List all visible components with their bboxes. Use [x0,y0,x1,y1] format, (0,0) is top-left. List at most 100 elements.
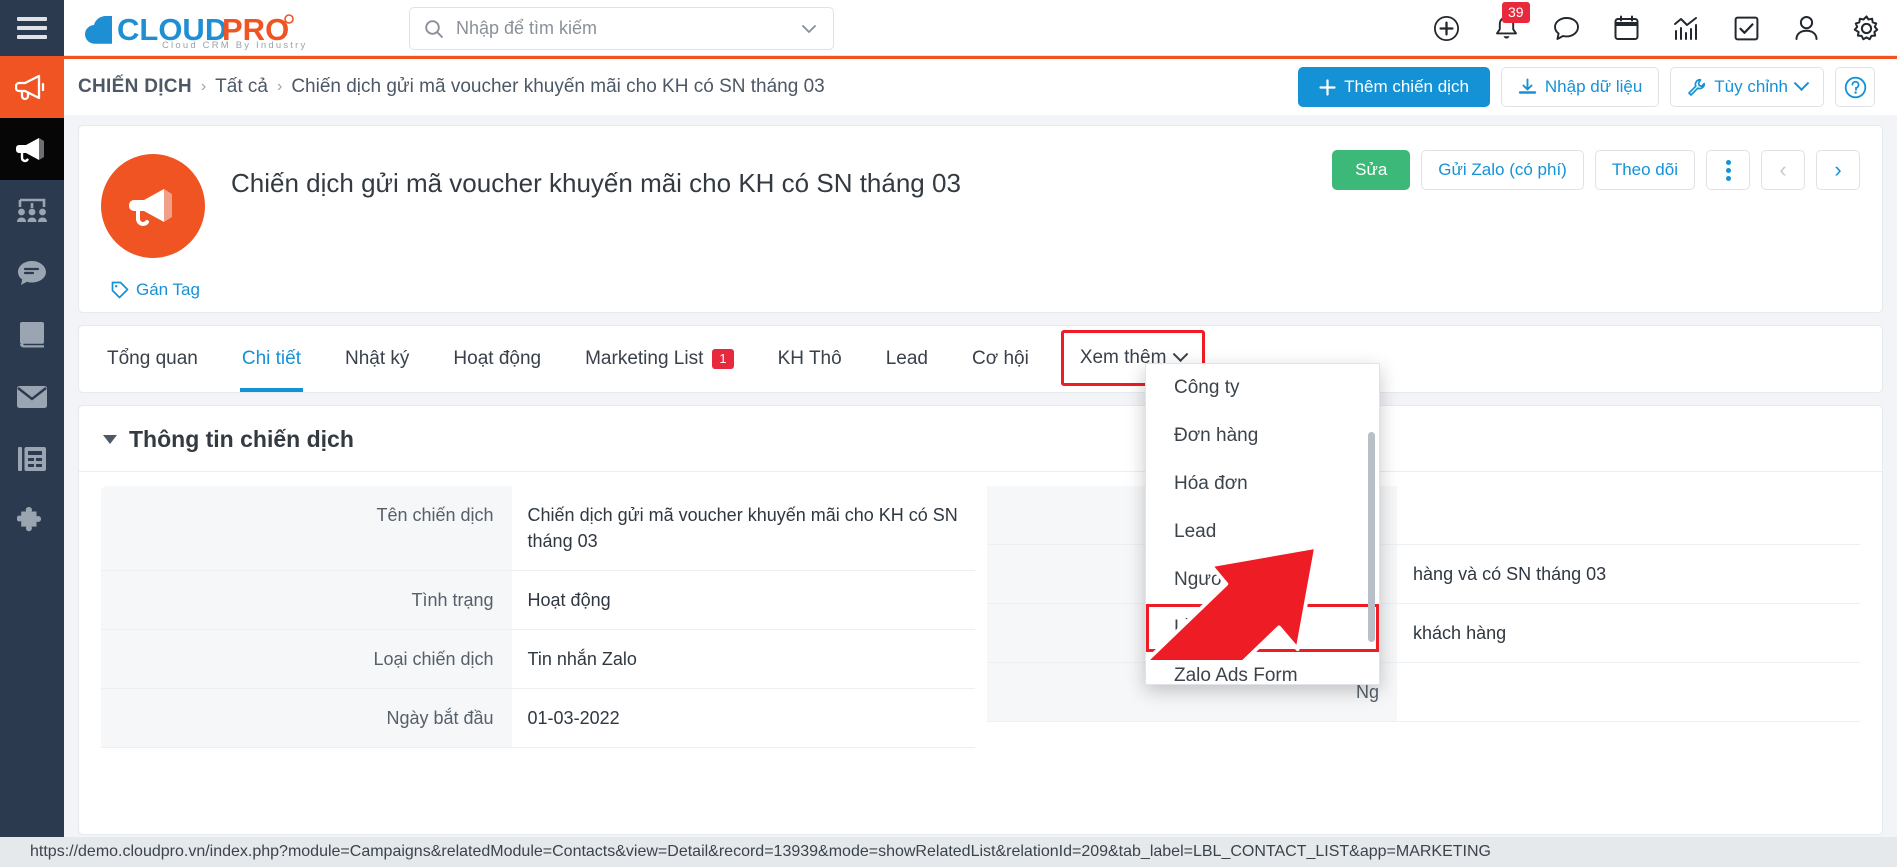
megaphone-filled-icon [16,138,44,163]
breadcrumb-record: Chiến dịch gửi mã voucher khuyến mãi cho… [291,76,825,97]
field-value: Hoạt động [511,571,975,631]
gear-icon [1853,14,1878,40]
breadcrumb-separator: › [200,78,207,95]
chat-icon[interactable] [1551,13,1581,43]
tab-hoat-dong[interactable]: Hoạt động [431,326,563,392]
breadcrumb-actions: Thêm chiến dịch Nhập dữ liệu Tùy chỉnh [1298,67,1875,107]
field-row: khách hàng [986,604,1860,664]
import-data-button[interactable]: Nhập dữ liệu [1500,67,1660,107]
field-value: khách hàng [1397,604,1860,664]
follow-button[interactable]: Theo dõi [1594,150,1695,190]
accent-rule [64,56,1897,59]
field-label: Ngày bắt đầu [101,689,512,749]
sidebar-item-email[interactable] [0,366,64,428]
import-icon [1518,78,1537,94]
more-actions-button[interactable] [1706,150,1750,190]
notification-bell-icon[interactable]: 39 [1491,2,1530,43]
add-campaign-button[interactable]: Thêm chiến dịch [1298,67,1490,107]
menu-item-don-hang[interactable]: Đơn hàng [1146,412,1379,460]
field-row: Tình trạng Hoạt động [101,571,975,631]
breadcrumb-list[interactable]: Tất cả [215,76,268,98]
tag-icon [111,281,129,299]
sidebar-item-book[interactable] [0,304,64,366]
field-row: Mã [986,486,1860,546]
sidebar-item-campaign[interactable] [0,56,64,118]
search-input[interactable] [456,18,787,39]
global-search[interactable] [409,7,834,50]
next-record-button[interactable]: › [1816,150,1860,190]
import-data-label: Nhập dữ liệu [1544,77,1643,96]
notification-badge: 39 [1502,2,1530,23]
breadcrumb-module[interactable]: CHIẾN DỊCH [78,76,192,98]
task-icon[interactable] [1731,13,1761,43]
envelope-icon [17,386,47,408]
main-content: CHIẾN DỊCH › Tất cả › Chiến dịch gửi mã … [64,59,1897,867]
plus-circle-icon [1433,15,1459,41]
send-zalo-button[interactable]: Gửi Zalo (có phí) [1421,150,1584,190]
sidebar-item-customers[interactable] [0,180,64,242]
breadcrumb-bar: CHIẾN DỊCH › Tất cả › Chiến dịch gửi mã … [64,59,1897,115]
tab-label: Lead [885,348,928,369]
browser-status-bar: https://demo.cloudpro.vn/index.php?modul… [0,837,1897,867]
menu-item-zalo-ads-form[interactable]: Zalo Ads Form [1146,652,1379,684]
caret-down-icon [103,435,117,444]
hamburger-bar [17,26,47,30]
detail-block-header[interactable]: Thông tin chiến dịch [79,406,1882,472]
menu-item-cong-ty[interactable]: Công ty [1146,364,1379,412]
add-icon[interactable] [1431,13,1461,43]
sidebar-item-messages[interactable] [0,242,64,304]
chevron-down-icon [1173,345,1189,362]
tab-kh-tho[interactable]: KH Thô [756,326,864,392]
edit-button[interactable]: Sửa [1332,150,1411,190]
menu-item-lead[interactable]: Lead [1146,508,1379,556]
tab-co-hoi[interactable]: Cơ hội [950,326,1051,392]
tab-label: Hoạt động [453,348,542,369]
tab-marketing-list[interactable]: Marketing List 1 [563,326,756,392]
analytics-icon[interactable] [1671,13,1701,43]
sidebar-item-campaign-active[interactable] [0,118,64,180]
field-value: Chiến dịch gửi mã voucher khuyến mãi cho… [511,486,975,572]
calendar-icon[interactable] [1611,13,1641,43]
detail-fields: Tên chiến dịch Chiến dịch gửi mã voucher… [79,472,1882,749]
settings-gear-icon[interactable] [1851,13,1881,43]
menu-item-hoa-don[interactable]: Hóa đơn [1146,460,1379,508]
field-row: Ngày bắt đầu 01-03-2022 [101,689,975,749]
tab-badge: 1 [712,348,734,370]
assign-tag-label: Gán Tag [136,280,200,299]
comment-icon [1553,16,1579,40]
sidebar-item-extensions[interactable] [0,490,64,552]
menu-scrollbar[interactable] [1368,432,1375,642]
menu-item-lan-gui-tin[interactable]: Lần gửi tin [1146,604,1379,652]
help-button[interactable] [1835,67,1875,107]
user-icon[interactable] [1791,13,1821,43]
hamburger-menu-icon[interactable] [0,0,64,56]
detail-block-card: Thông tin chiến dịch Tên chiến dịch Chiế… [78,405,1883,835]
previous-record-button[interactable]: ‹ [1761,150,1805,190]
chevron-down-icon[interactable] [799,19,819,39]
field-label: Tên chiến dịch [101,486,512,572]
tab-chi-tiet[interactable]: Chi tiết [220,326,323,392]
customize-button[interactable]: Tùy chỉnh [1670,67,1824,107]
kebab-icon [1725,159,1731,181]
xem-them-dropdown-menu: Công ty Đơn hàng Hóa đơn Lead Người liên… [1145,363,1380,685]
form-icon [18,447,46,471]
megaphone-outline-icon [15,74,45,101]
breadcrumb: CHIẾN DỊCH › Tất cả › Chiến dịch gửi mã … [78,76,825,98]
tab-bar-card: Tổng quan Chi tiết Nhật ký Hoạt động Mar… [78,325,1883,393]
user-glyph-icon [1795,16,1817,40]
field-row: Ng [986,663,1860,723]
tab-tong-quan[interactable]: Tổng quan [85,326,220,392]
menu-item-nguoi-lien-he[interactable]: Người liên hệ [1146,556,1379,604]
field-row: Loại chiến dịch Tin nhắn Zalo [101,630,975,690]
field-label: Tình trạng [101,571,512,631]
tab-label: Marketing List [585,348,704,369]
tab-lead[interactable]: Lead [864,326,950,392]
assign-tag-link[interactable]: Gán Tag [111,280,200,300]
field-value: hàng và có SN tháng 03 [1397,545,1860,605]
detail-fields-left-column: Tên chiến dịch Chiến dịch gửi mã voucher… [101,486,975,749]
tab-nhat-ky[interactable]: Nhật ký [323,326,431,392]
breadcrumb-separator: › [276,78,283,95]
field-label: Loại chiến dịch [101,630,512,690]
puzzle-icon [17,506,42,532]
sidebar-item-form[interactable] [0,428,64,490]
